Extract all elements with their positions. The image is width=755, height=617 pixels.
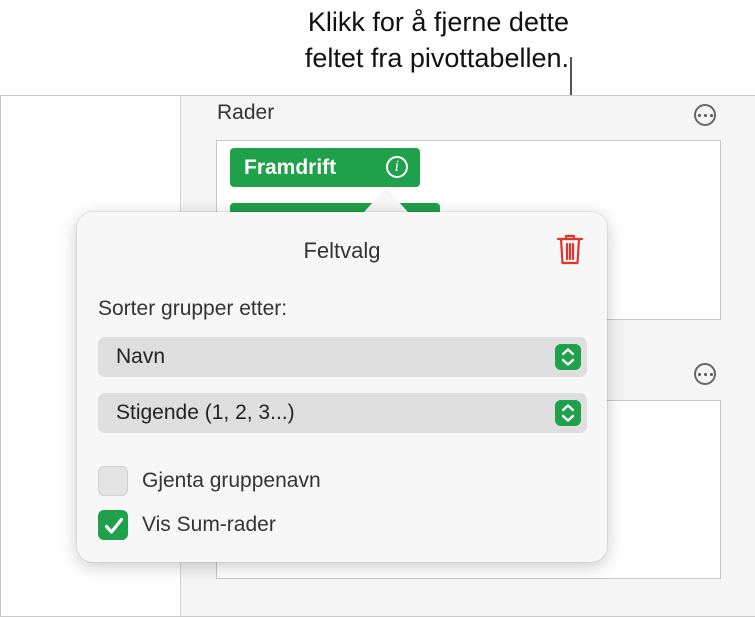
field-pill-framdrift[interactable]: Framdrift i: [230, 148, 420, 187]
repeat-group-names-row[interactable]: Gjenta gruppenavn: [98, 466, 321, 496]
callout-annotation: Klikk for å fjerne dette feltet fra pivo…: [305, 4, 569, 76]
show-sum-rows-checkbox[interactable]: [98, 510, 128, 540]
show-sum-rows-row[interactable]: Vis Sum-rader: [98, 510, 276, 540]
sort-groups-label: Sorter grupper etter:: [98, 297, 288, 320]
info-icon[interactable]: i: [386, 156, 408, 178]
repeat-group-names-label: Gjenta gruppenavn: [142, 469, 321, 492]
popover-title: Feltvalg: [303, 238, 381, 263]
callout-line-2: feltet fra pivottabellen.: [304, 43, 569, 73]
stepper-icon[interactable]: [555, 400, 581, 426]
field-pill-label: Framdrift: [244, 155, 337, 179]
sort-order-select[interactable]: Stigende (1, 2, 3...): [98, 393, 587, 433]
sort-by-select[interactable]: Navn: [98, 337, 587, 377]
stepper-icon[interactable]: [555, 344, 581, 370]
show-sum-rows-label: Vis Sum-rader: [142, 513, 276, 536]
sort-order-value: Stigende (1, 2, 3...): [116, 401, 295, 424]
field-options-popover: Feltvalg Sorter grupper etter: Navn Stig…: [77, 212, 607, 562]
repeat-group-names-checkbox[interactable]: [98, 466, 128, 496]
values-more-icon[interactable]: [694, 363, 716, 385]
sort-by-value: Navn: [116, 345, 166, 368]
rows-section-label: Rader: [217, 101, 275, 124]
trash-icon[interactable]: [555, 232, 585, 266]
checkmark-icon: [104, 517, 124, 534]
popover-arrow: [364, 188, 408, 212]
callout-line-1: Klikk for å fjerne dette: [307, 7, 569, 37]
rows-more-icon[interactable]: [694, 104, 716, 126]
